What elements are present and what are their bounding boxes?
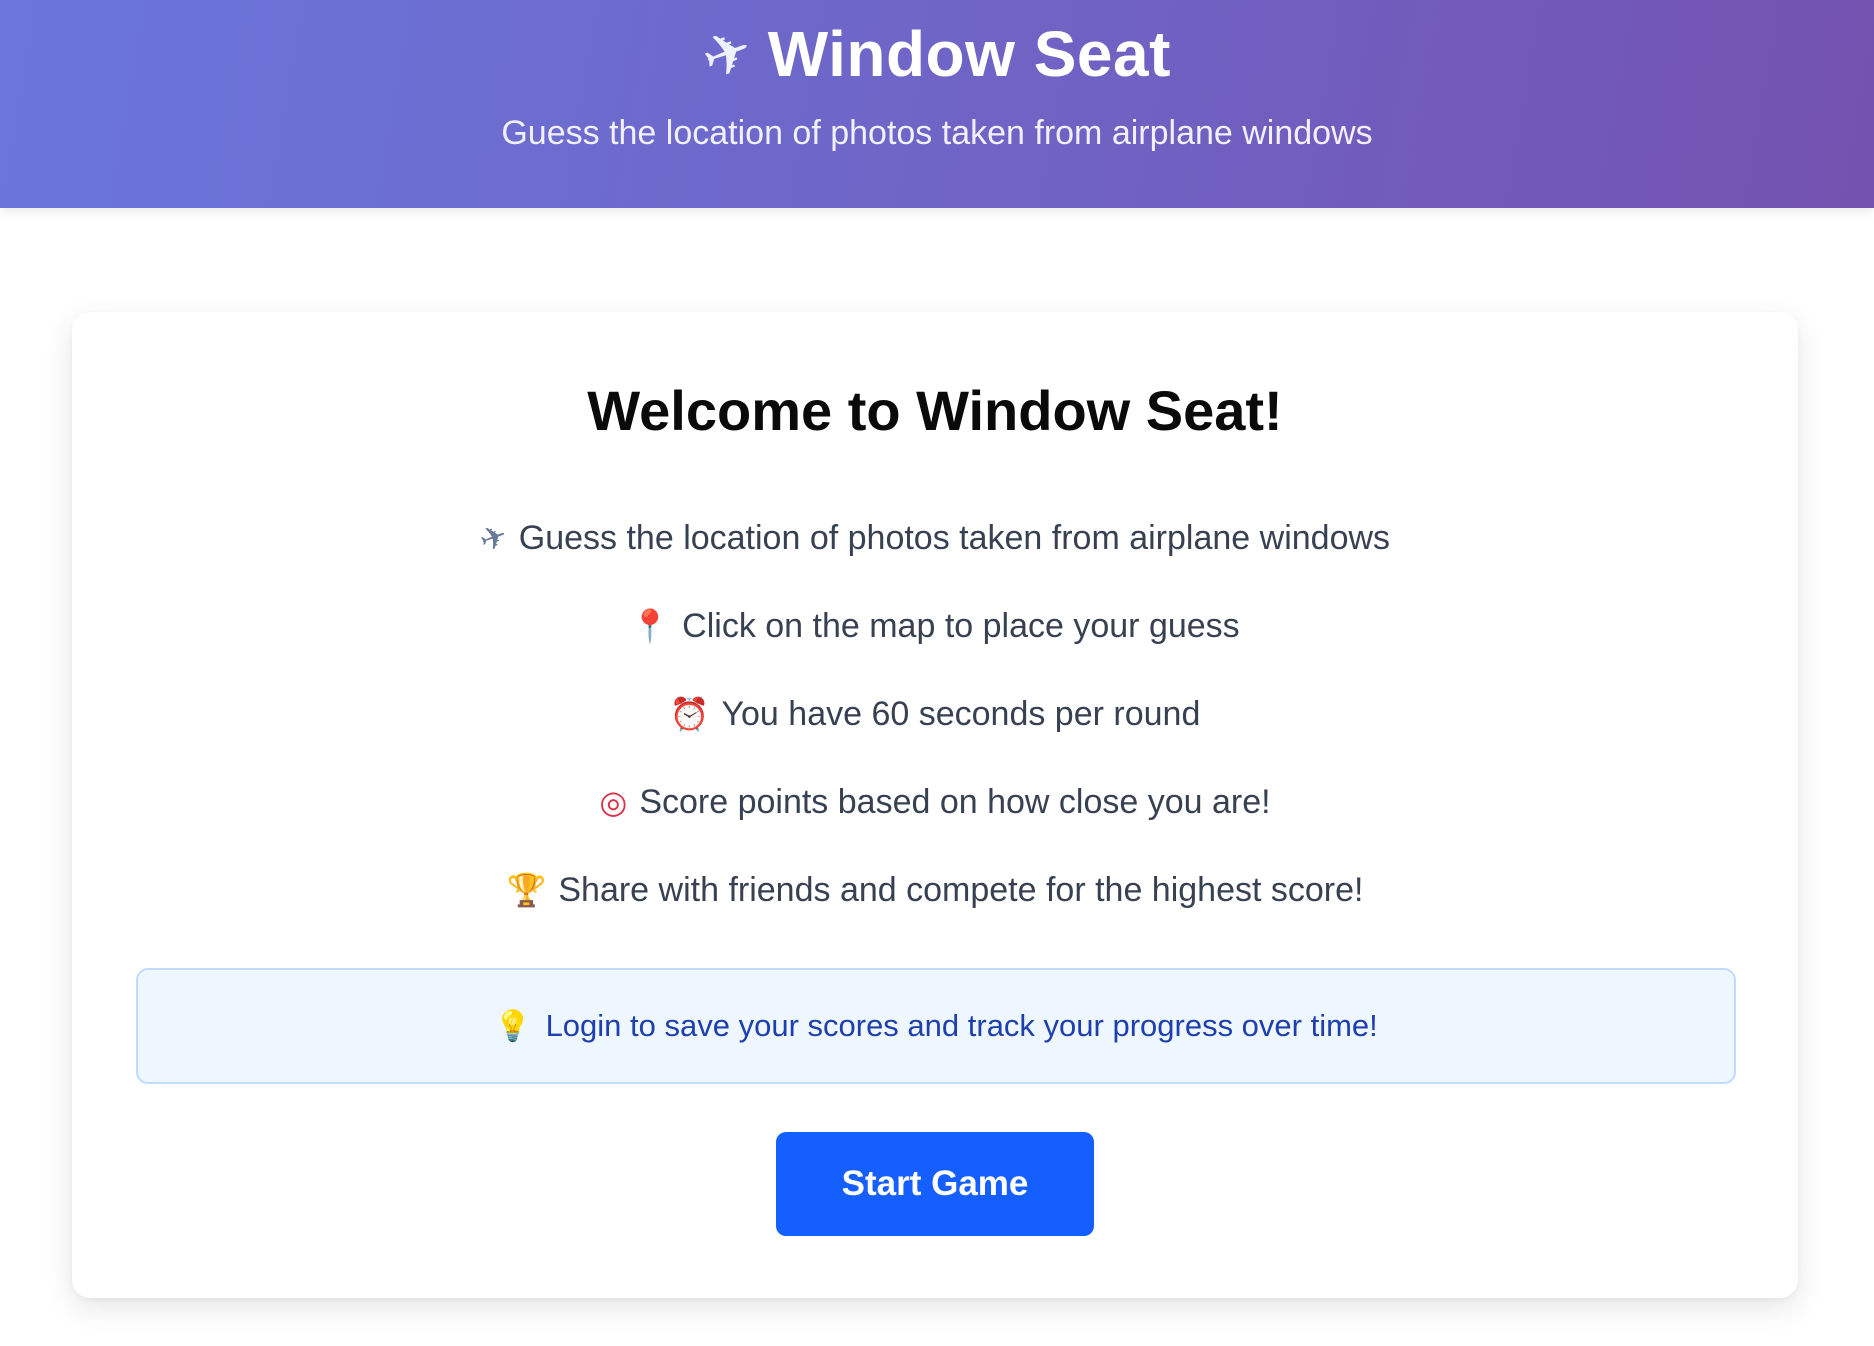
welcome-card: Welcome to Window Seat! ✈ Guess the loca… <box>72 312 1798 1298</box>
rule-text: You have 60 seconds per round <box>721 694 1201 733</box>
rule-text: Score points based on how close you are! <box>639 782 1271 821</box>
rule-item: 🏆 Share with friends and compete for the… <box>72 846 1798 934</box>
airplane-icon: ✈ <box>474 515 513 561</box>
alarm-clock-icon: ⏰ <box>669 695 710 733</box>
rule-text: Share with friends and compete for the h… <box>558 870 1364 909</box>
app-title: ✈ Window Seat <box>0 13 1874 95</box>
app-header: ✈ Window Seat Guess the location of phot… <box>0 0 1874 208</box>
rule-text: Click on the map to place your guess <box>682 606 1240 645</box>
start-game-button[interactable]: Start Game <box>776 1132 1094 1236</box>
rule-item: ✈ Guess the location of photos taken fro… <box>72 494 1798 582</box>
app-title-text: Window Seat <box>767 18 1171 90</box>
rule-text: Guess the location of photos taken from … <box>518 518 1391 557</box>
rules-list: ✈ Guess the location of photos taken fro… <box>72 494 1798 934</box>
airplane-icon: ✈ <box>692 13 762 95</box>
login-notice: 💡 Login to save your scores and track yo… <box>136 968 1736 1084</box>
login-notice-text: Login to save your scores and track your… <box>545 1008 1378 1043</box>
trophy-icon: 🏆 <box>506 871 547 909</box>
rule-item: 📍 Click on the map to place your guess <box>72 582 1798 670</box>
rule-item: ◎ Score points based on how close you ar… <box>72 758 1798 846</box>
target-icon: ◎ <box>599 783 628 821</box>
pushpin-icon: 📍 <box>630 607 671 645</box>
rule-item: ⏰ You have 60 seconds per round <box>72 670 1798 758</box>
app-subtitle: Guess the location of photos taken from … <box>501 114 1373 152</box>
welcome-title: Welcome to Window Seat! <box>587 379 1283 442</box>
lightbulb-icon: 💡 <box>494 1008 532 1044</box>
